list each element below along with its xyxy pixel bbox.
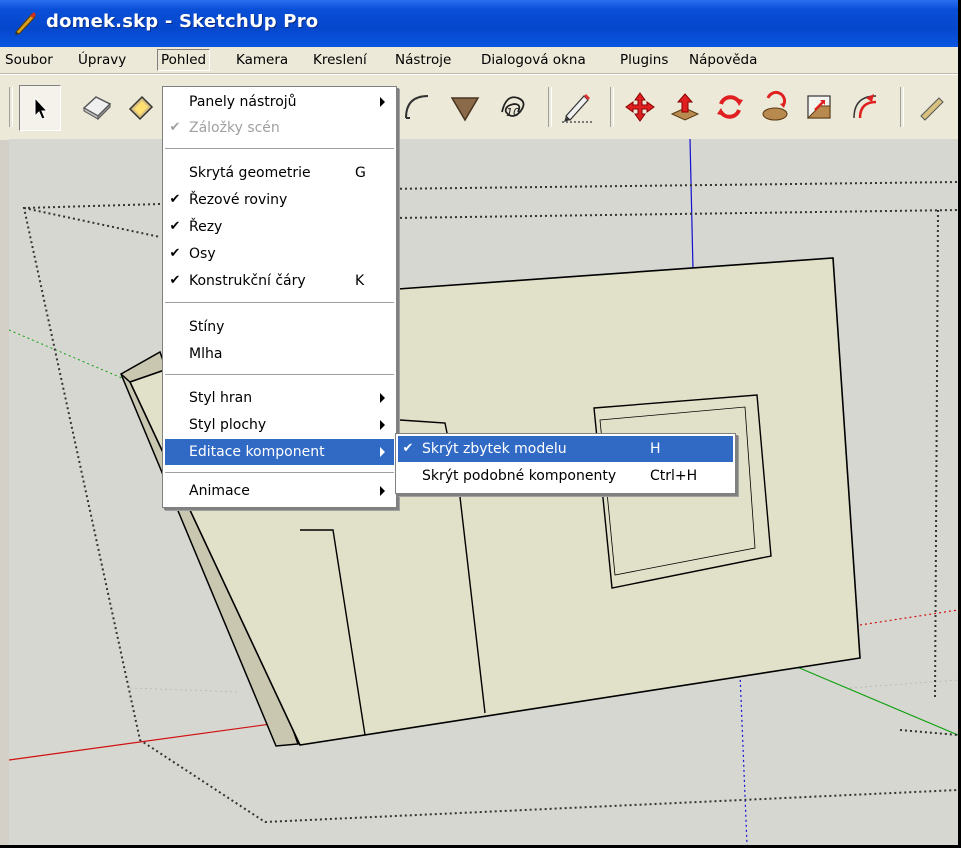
menu-item-label: Konstrukční čáry — [189, 273, 306, 289]
window-title: domek.skp - SketchUp Pro — [46, 11, 319, 32]
checkmark-icon: ✔ — [169, 120, 181, 135]
submenu-arrow-icon — [380, 447, 385, 457]
menu-item-label: Skrýt zbytek modelu — [422, 441, 567, 457]
paint-bucket-icon[interactable] — [121, 85, 161, 129]
offset-icon[interactable] — [845, 85, 885, 129]
sketchup-logo-icon — [15, 12, 36, 35]
menu-item-mlha[interactable]: Mlha — [165, 341, 394, 367]
triangle-icon[interactable] — [445, 85, 485, 129]
menu-item-shortcut: G — [355, 165, 366, 181]
menu-item-skryta-geometrie[interactable]: Skrytá geometrie G — [165, 160, 394, 186]
menu-separator — [165, 302, 394, 303]
rotate-icon[interactable] — [710, 85, 750, 129]
title-bar[interactable]: domek.skp - SketchUp Pro — [0, 0, 958, 47]
menu-item-label: Mlha — [189, 346, 223, 362]
checkmark-icon: ✔ — [402, 441, 414, 456]
component-edit-submenu: ✔ Skrýt zbytek modelu H Skrýt podobné ko… — [395, 433, 736, 494]
follow-me-icon[interactable] — [755, 85, 795, 129]
menu-separator — [165, 472, 394, 473]
menu-dialogova-okna[interactable]: Dialogová okna — [478, 50, 589, 70]
menu-item-label: Osy — [189, 246, 216, 262]
submenu-arrow-icon — [380, 393, 385, 403]
menu-item-shortcut: K — [355, 273, 365, 289]
checkmark-icon: ✔ — [169, 273, 181, 288]
menu-kresleni[interactable]: Kreslení — [310, 50, 370, 70]
freehand-icon[interactable]: 10 — [494, 85, 534, 129]
menu-item-label: Stíny — [189, 319, 225, 335]
pencil-icon[interactable] — [557, 85, 597, 129]
move-icon[interactable] — [620, 85, 660, 129]
menu-pohled[interactable]: Pohled — [157, 49, 211, 71]
menu-item-label: Řezy — [189, 219, 223, 235]
menu-item-label: Animace — [189, 483, 250, 499]
menu-separator — [165, 374, 394, 375]
toolbar-separator — [548, 87, 552, 127]
svg-text:10: 10 — [506, 106, 520, 119]
menu-item-konstrukcni-cary[interactable]: ✔ Konstrukční čáry K — [165, 268, 394, 294]
menu-soubor[interactable]: Soubor — [2, 50, 56, 70]
scale-icon[interactable] — [800, 85, 840, 129]
arc-icon[interactable] — [397, 85, 437, 129]
green-axis — [789, 663, 958, 736]
red-axis — [859, 609, 958, 626]
blue-axis — [689, 139, 694, 271]
select-icon[interactable] — [19, 85, 61, 131]
view-menu-dropdown: Panely nástrojů ✔ Záložky scén Skrytá ge… — [162, 86, 397, 508]
checkmark-icon: ✔ — [169, 219, 181, 234]
submenu-arrow-icon — [380, 486, 385, 496]
red-axis-negative — [9, 719, 301, 761]
menu-item-label: Skrýt podobné komponenty — [422, 468, 617, 484]
menu-separator — [165, 148, 394, 149]
toolbar-separator — [900, 87, 904, 127]
menu-bar: Soubor Úpravy Pohled Kamera Kreslení Nás… — [0, 47, 958, 74]
toolbar-grip — [9, 87, 13, 127]
submenu-arrow-icon — [380, 97, 385, 107]
tape-measure-icon[interactable] — [912, 85, 952, 129]
menu-item-label: Záložky scén — [189, 120, 280, 136]
menu-item-panely-nastroju[interactable]: Panely nástrojů — [165, 89, 394, 115]
menu-item-stiny[interactable]: Stíny — [165, 314, 394, 340]
menu-item-label: Panely nástrojů — [189, 94, 297, 110]
menu-plugins[interactable]: Plugins — [617, 50, 671, 70]
menu-item-skryt-podobne-komponenty[interactable]: Skrýt podobné komponenty Ctrl+H — [398, 463, 733, 489]
toolbar-separator — [610, 87, 614, 127]
sketchup-window: domek.skp - SketchUp Pro Soubor Úpravy P… — [0, 0, 958, 845]
menu-item-styl-hran[interactable]: Styl hran — [165, 385, 394, 411]
menu-kamera[interactable]: Kamera — [233, 50, 291, 70]
menu-item-styl-plochy[interactable]: Styl plochy — [165, 412, 394, 438]
menu-item-rezove-roviny[interactable]: ✔ Řezové roviny — [165, 187, 394, 213]
menu-item-editace-komponent[interactable]: Editace komponent — [165, 439, 394, 465]
checkmark-icon: ✔ — [169, 192, 181, 207]
menu-nastroje[interactable]: Nástroje — [392, 50, 454, 70]
menu-item-label: Styl plochy — [189, 417, 267, 433]
push-pull-icon[interactable] — [665, 85, 705, 129]
menu-item-shortcut: Ctrl+H — [650, 468, 698, 484]
menu-item-zalozky-scen[interactable]: ✔ Záložky scén — [165, 115, 394, 141]
menu-item-osy[interactable]: ✔ Osy — [165, 241, 394, 267]
submenu-arrow-icon — [380, 420, 385, 430]
menu-upravy[interactable]: Úpravy — [75, 50, 129, 70]
eraser-icon[interactable] — [77, 85, 117, 129]
main-toolbar: 10 — [0, 74, 958, 140]
menu-item-label: Řezové roviny — [189, 192, 288, 208]
menu-item-skryt-zbytek-modelu[interactable]: ✔ Skrýt zbytek modelu H — [398, 436, 733, 462]
menu-napoveda[interactable]: Nápověda — [686, 50, 760, 70]
menu-item-label: Styl hran — [189, 390, 253, 406]
menu-item-label: Editace komponent — [189, 444, 325, 460]
checkmark-icon: ✔ — [169, 246, 181, 261]
menu-item-animace[interactable]: Animace — [165, 478, 394, 504]
menu-item-label: Skrytá geometrie — [189, 165, 311, 181]
menu-item-shortcut: H — [650, 441, 661, 457]
menu-item-rezy[interactable]: ✔ Řezy — [165, 214, 394, 240]
